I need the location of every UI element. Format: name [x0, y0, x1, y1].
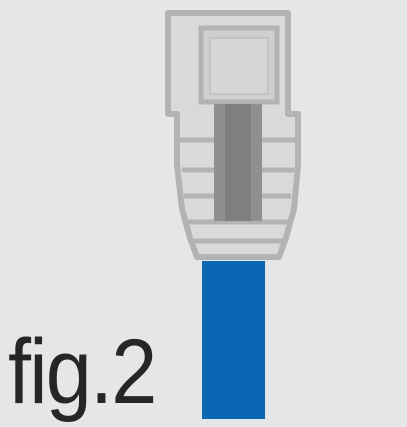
figure-label: fig.2	[8, 321, 157, 423]
figure-canvas: fig.2	[0, 0, 407, 427]
connector-core-shade	[225, 104, 251, 221]
blue-cable	[202, 261, 265, 419]
connector-latch-inner	[209, 37, 269, 95]
